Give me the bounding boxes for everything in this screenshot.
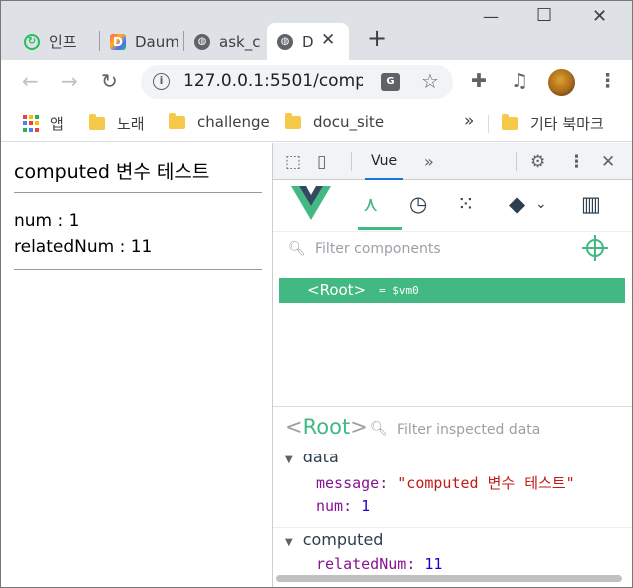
vue-devtools-nav: ⋏ ◷ ⁙ ◆ ⌄ ▥	[273, 180, 632, 230]
bookmark-divider	[488, 115, 489, 133]
page-content: computed 변수 테스트 num : 1 relatedNum : 11	[1, 143, 272, 587]
bookmark-folder-docu-site[interactable]: docu_site	[285, 112, 385, 131]
divider	[14, 269, 262, 270]
close-window-icon[interactable]: ✕	[592, 6, 607, 27]
more-tabs-icon[interactable]: »	[424, 152, 434, 171]
filter-components-input[interactable]: Filter components	[315, 241, 441, 257]
toolbar-divider	[351, 152, 352, 171]
inflearn-favicon-icon: ↻	[24, 33, 40, 50]
components-filter: 🔍︎ Filter components	[273, 231, 632, 267]
globe-icon: ◍	[194, 33, 210, 50]
forward-arrow-icon[interactable]: →	[61, 69, 78, 93]
browser-toolbar: ← → ↻ i 127.0.0.1:5501/comp... G ☆ ✚ ♫ ⋮	[1, 60, 632, 104]
bookmark-folder-song[interactable]: 노래	[89, 113, 145, 134]
collapse-arrow-icon: ▼	[285, 454, 293, 465]
folder-icon	[89, 114, 105, 130]
tab-label: Daum	[135, 32, 178, 51]
inspector-header: <Root> 🔍︎ Filter inspected data	[273, 407, 632, 454]
media-control-icon[interactable]: ♫	[511, 70, 528, 92]
bookmark-label: 기타 북마크	[530, 115, 604, 133]
inspector-body: ▼ data message: "computed 변수 테스트" num: 1 …	[273, 454, 632, 574]
component-name: <Root>	[307, 281, 367, 299]
back-arrow-icon[interactable]: ←	[22, 69, 39, 93]
translate-icon[interactable]: G	[381, 73, 400, 91]
tab-label: D	[302, 32, 314, 51]
tab-label: 인프	[49, 33, 77, 51]
folder-icon	[502, 114, 518, 130]
num-text: num : 1	[14, 211, 80, 231]
computed-section-title[interactable]: ▼ computed	[285, 530, 383, 549]
extensions-puzzle-icon[interactable]: ✚	[471, 70, 487, 92]
close-tab-icon[interactable]: ✕	[321, 30, 335, 50]
page-title: computed 변수 테스트	[14, 161, 210, 183]
filter-inspected-data-input[interactable]: Filter inspected data	[397, 422, 540, 438]
bookmark-apps[interactable]: 앱	[23, 113, 64, 134]
timeline-history-icon[interactable]: ◷	[409, 192, 427, 216]
globe-icon: ◍	[277, 33, 293, 50]
bookmark-star-icon[interactable]: ☆	[421, 69, 439, 93]
bookmarks-bar: 앱 노래 challenge docu_site » 기타 북마크	[1, 104, 632, 142]
maximize-icon[interactable]: ☐	[536, 5, 552, 26]
tab-ask[interactable]: ◍ ask_c	[184, 23, 266, 60]
tab-active[interactable]: ◍ D	[267, 23, 349, 60]
reload-icon[interactable]: ↻	[101, 69, 118, 93]
avatar[interactable]	[548, 69, 575, 96]
browser-window: ↻ 인프 D Daum ◍ ask_c ◍ D ✕ + — ☐ ✕ ← → ↻ …	[0, 0, 633, 588]
close-devtools-icon[interactable]: ✕	[601, 152, 615, 172]
horizontal-scrollbar[interactable]	[276, 575, 622, 582]
address-bar[interactable]: i 127.0.0.1:5501/comp... G ☆	[141, 65, 453, 99]
active-indicator	[358, 227, 402, 230]
chevron-down-icon[interactable]: ⌄	[535, 196, 547, 212]
url-text[interactable]: 127.0.0.1:5501/comp...	[183, 71, 363, 91]
vm-reference: = $vm0	[379, 284, 419, 297]
routing-icon[interactable]: ◆	[509, 192, 525, 216]
bookmarks-overflow-icon[interactable]: »	[464, 111, 474, 131]
tab-strip: ↻ 인프 D Daum ◍ ask_c ◍ D ✕ + — ☐ ✕	[1, 1, 632, 60]
settings-gear-icon[interactable]: ⚙	[530, 152, 545, 172]
devtools-tabbar: ⬚ ▯ Vue » ⚙ ⋮ ✕	[273, 143, 632, 180]
plugins-grid-icon[interactable]: ⁙	[457, 192, 475, 216]
data-item-num[interactable]: num: 1	[316, 497, 370, 515]
section-divider	[273, 527, 632, 528]
performance-chart-icon[interactable]: ▥	[581, 192, 601, 216]
collapse-arrow-icon: ▼	[285, 537, 293, 548]
component-tree-row-root[interactable]: <Root> = $vm0	[279, 278, 625, 303]
bookmark-label: docu_site	[313, 113, 385, 131]
bookmark-label: challenge	[197, 113, 270, 131]
components-tree-icon[interactable]: ⋏	[363, 192, 378, 216]
bookmark-other-folder[interactable]: 기타 북마크	[502, 113, 604, 134]
data-section-title[interactable]: ▼ data	[285, 454, 339, 466]
device-toggle-icon[interactable]: ▯	[317, 152, 326, 172]
data-item-message[interactable]: message: "computed 변수 테스트"	[316, 472, 575, 493]
computed-item-related-num[interactable]: relatedNum: 11	[316, 555, 442, 573]
tab-vue[interactable]: Vue	[365, 143, 404, 180]
minimize-icon[interactable]: —	[483, 7, 499, 26]
daum-favicon-icon: D	[110, 33, 126, 50]
toolbar-divider	[516, 152, 517, 171]
select-component-target-icon[interactable]	[582, 235, 608, 261]
vue-logo-icon	[291, 186, 331, 220]
inspected-component-name: <Root>	[285, 415, 368, 439]
tab-label: ask_c	[219, 32, 261, 51]
folder-icon	[285, 112, 301, 129]
new-tab-button[interactable]: +	[367, 24, 387, 52]
search-icon: 🔍︎	[288, 241, 306, 257]
devtools-panel: ⬚ ▯ Vue » ⚙ ⋮ ✕ ⋏ ◷ ⁙ ◆ ⌄ ▥ 🔍︎ Filter co	[272, 143, 632, 587]
divider	[14, 192, 262, 193]
menu-kebab-icon[interactable]: ⋮	[598, 70, 617, 92]
search-icon: 🔍︎	[370, 421, 388, 437]
tab-daum[interactable]: D Daum	[100, 23, 178, 60]
bookmark-label: 노래	[117, 115, 145, 133]
folder-icon	[169, 112, 185, 129]
site-info-icon[interactable]: i	[153, 73, 170, 90]
bookmark-label: 앱	[50, 115, 64, 133]
bookmark-folder-challenge[interactable]: challenge	[169, 112, 270, 131]
devtools-menu-icon[interactable]: ⋮	[568, 152, 585, 172]
related-num-text: relatedNum : 11	[14, 237, 153, 257]
component-inspector: <Root> 🔍︎ Filter inspected data ▼ data me…	[273, 406, 632, 587]
apps-grid-icon	[23, 115, 40, 132]
tab-inflearn[interactable]: ↻ 인프	[14, 23, 96, 60]
inspect-element-icon[interactable]: ⬚	[285, 152, 301, 172]
